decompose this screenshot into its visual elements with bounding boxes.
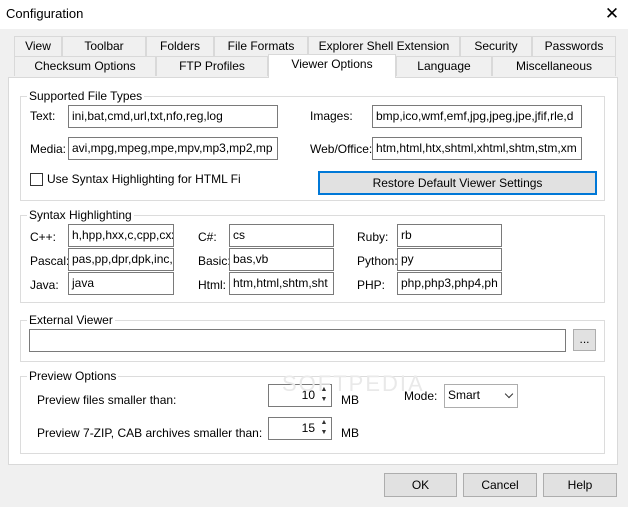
ruby-label: Ruby: [357,230,389,244]
pascal-label: Pascal: [30,254,70,268]
preview-files-label: Preview files smaller than: [37,393,177,407]
html-label: Html: [198,278,226,292]
text-label: Text: [30,109,56,123]
basic-label: Basic: [198,254,231,268]
tab-toolbar[interactable]: Toolbar [62,36,146,56]
external-viewer-title: External Viewer [27,313,115,327]
html-extensions-field[interactable]: htm,html,shtm,sht [229,272,334,295]
java-extensions-field[interactable]: java [68,272,174,295]
tab-explorer-shell-extension[interactable]: Explorer Shell Extension [308,36,460,56]
pascal-extensions-field[interactable]: pas,pp,dpr,dpk,inc, [68,248,174,271]
browse-button[interactable]: ... [573,329,596,351]
supported-file-types-title: Supported File Types [27,89,145,103]
title-bar [0,0,628,29]
tab-security[interactable]: Security [460,36,532,56]
preview-archives-size-value: 15 [301,421,315,435]
basic-extensions-field[interactable]: bas,vb [229,248,334,271]
preview-archives-size-stepper[interactable]: 15 ▲ ▼ [268,417,332,440]
tab-folders[interactable]: Folders [146,36,214,56]
tab-file-formats[interactable]: File Formats [214,36,308,56]
tab-passwords[interactable]: Passwords [532,36,616,56]
ok-button[interactable]: OK [384,473,457,497]
close-icon[interactable]: ✕ [600,2,624,26]
cancel-button[interactable]: Cancel [463,473,537,497]
media-label: Media: [30,142,67,156]
tab-language[interactable]: Language [396,56,492,76]
softpedia-watermark: SOFTPEDIA [282,371,425,396]
tab-checksum-options[interactable]: Checksum Options [14,56,156,76]
window-title: Configuration [6,6,84,21]
media-extensions-field[interactable]: avi,mpg,mpeg,mpe,mpv,mp3,mp2,mp [68,137,278,160]
chevron-down-icon [504,389,514,399]
cpp-label: C++: [30,230,57,244]
cpp-extensions-field[interactable]: h,hpp,hxx,c,cpp,cxx [68,224,174,247]
tab-viewer-options[interactable]: Viewer Options [268,54,396,78]
python-label: Python: [357,254,398,268]
preview-options-title: Preview Options [27,369,119,383]
images-extensions-field[interactable]: bmp,ico,wmf,emf,jpg,jpeg,jpe,jfif,rle,d [372,105,582,128]
ruby-extensions-field[interactable]: rb [397,224,502,247]
php-label: PHP: [357,278,386,292]
preview-archives-unit: MB [341,426,359,440]
images-label: Images: [310,109,353,123]
help-button[interactable]: Help [543,473,617,497]
tab-view[interactable]: View [14,36,62,56]
preview-archives-label: Preview 7-ZIP, CAB archives smaller than… [37,426,263,440]
tab-ftp-profiles[interactable]: FTP Profiles [156,56,268,76]
mode-dropdown[interactable]: Smart [444,384,518,408]
mode-dropdown-value: Smart [448,388,481,402]
tab-miscellaneous[interactable]: Miscellaneous [492,56,616,76]
python-extensions-field[interactable]: py [397,248,502,271]
restore-default-viewer-settings-button[interactable]: Restore Default Viewer Settings [318,171,597,195]
web-office-label: Web/Office: [310,142,373,156]
csharp-label: C#: [198,230,217,244]
text-extensions-field[interactable]: ini,bat,cmd,url,txt,nfo,reg,log [68,105,278,128]
csharp-extensions-field[interactable]: cs [229,224,334,247]
syntax-highlighting-checkbox[interactable] [30,173,43,186]
php-extensions-field[interactable]: php,php3,php4,ph [397,272,502,295]
syntax-highlighting-checkbox-label: Use Syntax Highlighting for HTML Fi [47,172,241,186]
spin-up-icon[interactable]: ▲ [318,418,330,428]
external-viewer-path-field[interactable] [29,329,566,352]
spin-down-icon[interactable]: ▼ [318,428,330,438]
syntax-highlighting-title: Syntax Highlighting [27,208,134,222]
web-office-extensions-field[interactable]: htm,html,htx,shtml,xhtml,shtm,stm,xm [372,137,582,160]
java-label: Java: [30,278,59,292]
